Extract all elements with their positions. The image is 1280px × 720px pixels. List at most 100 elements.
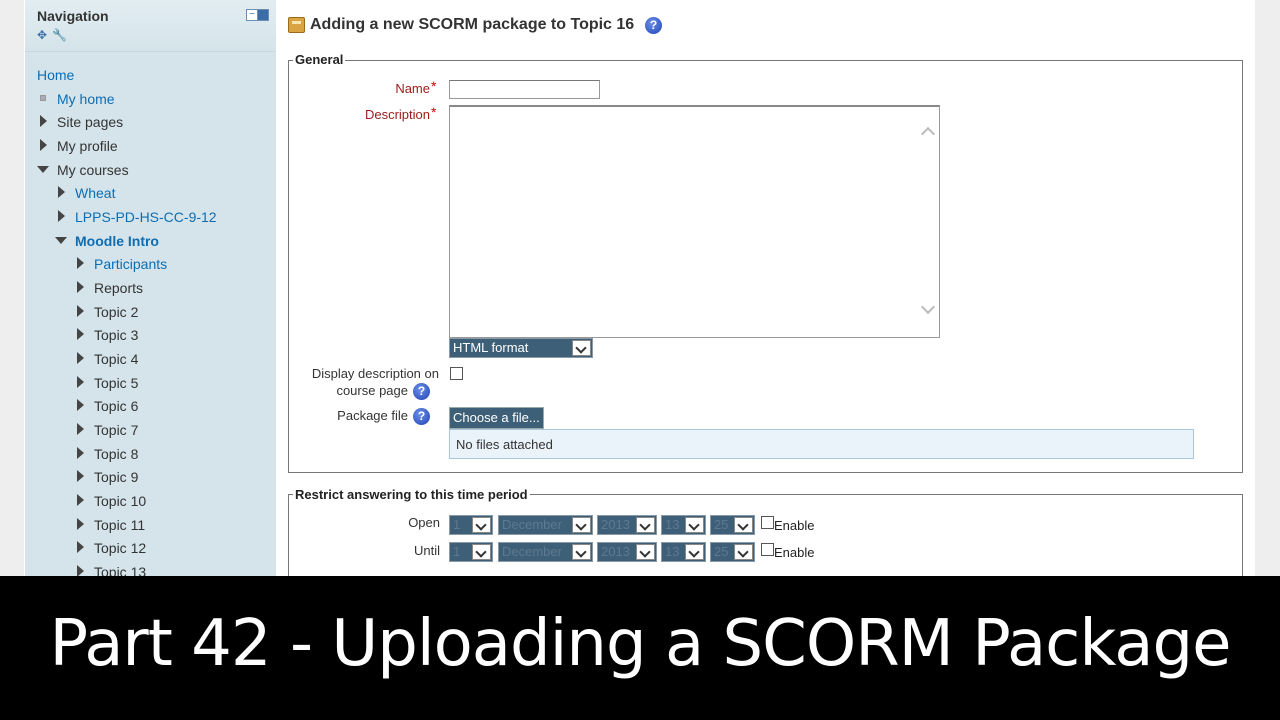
required-marker: * [431, 104, 437, 120]
name-label-text: Name [395, 81, 430, 96]
nav-item-topic[interactable]: Topic 9 [94, 469, 138, 485]
expand-icon[interactable] [77, 518, 84, 530]
general-legend: General [293, 52, 346, 67]
nav-item-topic[interactable]: Topic 13 [94, 564, 146, 576]
expand-icon[interactable] [77, 305, 84, 317]
open-day-select[interactable]: 1 [449, 515, 493, 535]
nav-item-my-profile[interactable]: My profile [57, 138, 118, 154]
expand-icon[interactable] [77, 565, 84, 576]
navigation-block: Navigation ✥ 🔧 − Home My home Site pages… [25, 0, 276, 576]
open-enable-checkbox[interactable] [761, 516, 774, 529]
nav-item-topic[interactable]: Topic 10 [94, 493, 146, 509]
scroll-up-icon[interactable] [920, 125, 936, 142]
nav-item-topic[interactable]: Topic 8 [94, 446, 138, 462]
hide-block-icon[interactable]: − [246, 9, 258, 21]
until-enable-checkbox[interactable] [761, 543, 774, 556]
expand-icon[interactable] [77, 541, 84, 553]
expand-icon[interactable] [77, 470, 84, 482]
nav-item-topic[interactable]: Topic 4 [94, 351, 138, 367]
expand-icon[interactable] [77, 281, 84, 293]
open-minute-select[interactable]: 25 [710, 515, 755, 535]
collapse-icon[interactable] [37, 166, 49, 173]
until-enable-label: Enable [774, 545, 815, 560]
open-year-select[interactable]: 2013 [597, 515, 657, 535]
chevron-down-icon [572, 340, 591, 356]
required-marker: * [431, 78, 437, 94]
nav-item-participants[interactable]: Participants [94, 256, 167, 272]
chevron-down-icon [572, 517, 591, 533]
help-icon[interactable]: ? [413, 383, 430, 400]
nav-item-topic[interactable]: Topic 12 [94, 540, 146, 556]
expand-icon[interactable] [40, 139, 47, 151]
nav-item-moodle-intro[interactable]: Moodle Intro [75, 233, 159, 249]
chevron-down-icon [572, 544, 591, 560]
format-select[interactable]: HTML format [449, 338, 593, 358]
expand-icon[interactable] [77, 376, 84, 388]
until-minute-value: 25 [714, 544, 729, 559]
navigation-tools: ✥ 🔧 [37, 29, 67, 42]
nav-item-topic[interactable]: Topic 11 [94, 517, 145, 533]
open-minute-value: 25 [714, 517, 729, 532]
chevron-down-icon [472, 544, 491, 560]
description-editor[interactable] [449, 105, 940, 338]
nav-item-lpps[interactable]: LPPS-PD-HS-CC-9-12 [75, 209, 217, 225]
nav-item-reports[interactable]: Reports [94, 280, 143, 296]
open-hour-select[interactable]: 13 [661, 515, 706, 535]
expand-icon[interactable] [77, 257, 84, 269]
file-list-area[interactable]: No files attached [449, 429, 1194, 459]
expand-icon[interactable] [77, 328, 84, 340]
scorm-package-icon [288, 17, 305, 33]
expand-icon[interactable] [77, 494, 84, 506]
open-enable-label: Enable [774, 518, 815, 533]
nav-item-my-courses[interactable]: My courses [57, 162, 129, 178]
bullet-icon [40, 95, 46, 101]
nav-item-my-home[interactable]: My home [57, 91, 115, 107]
choose-file-button[interactable]: Choose a file... [449, 407, 544, 429]
help-icon[interactable]: ? [413, 408, 430, 425]
nav-item-topic[interactable]: Topic 5 [94, 375, 138, 391]
expand-icon[interactable] [58, 186, 65, 198]
help-icon[interactable]: ? [645, 17, 662, 34]
open-label: Open [408, 515, 440, 530]
package-file-label: Package file [337, 408, 408, 423]
until-year-select[interactable]: 2013 [597, 542, 657, 562]
collapse-icon[interactable] [55, 237, 67, 244]
expand-icon[interactable] [58, 210, 65, 222]
no-files-text: No files attached [456, 437, 553, 452]
expand-icon[interactable] [77, 399, 84, 411]
nav-item-topic[interactable]: Topic 6 [94, 398, 138, 414]
until-hour-select[interactable]: 13 [661, 542, 706, 562]
nav-item-topic[interactable]: Topic 7 [94, 422, 138, 438]
chevron-down-icon [472, 517, 491, 533]
chevron-down-icon [636, 517, 655, 533]
video-caption-banner: Part 42 - Uploading a SCORM Package [0, 576, 1280, 720]
nav-item-topic[interactable]: Topic 3 [94, 327, 138, 343]
left-gutter [0, 0, 24, 576]
configure-icon[interactable]: 🔧 [52, 29, 67, 42]
until-month-select[interactable]: December [498, 542, 593, 562]
format-select-value: HTML format [453, 340, 529, 355]
expand-icon[interactable] [77, 352, 84, 364]
screen: Navigation ✥ 🔧 − Home My home Site pages… [0, 0, 1280, 720]
nav-item-topic[interactable]: Topic 2 [94, 304, 138, 320]
nav-item-site-pages[interactable]: Site pages [57, 114, 123, 130]
expand-icon[interactable] [77, 447, 84, 459]
dock-block-icon[interactable] [258, 9, 269, 21]
until-year-value: 2013 [601, 544, 630, 559]
name-input[interactable] [449, 80, 600, 99]
chevron-down-icon [685, 544, 704, 560]
until-minute-select[interactable]: 25 [710, 542, 755, 562]
restrict-legend: Restrict answering to this time period [293, 487, 530, 502]
move-icon[interactable]: ✥ [37, 29, 50, 42]
nav-item-wheat[interactable]: Wheat [75, 185, 115, 201]
page-title: Adding a new SCORM package to Topic 16 [310, 16, 635, 33]
nav-item-home[interactable]: Home [37, 67, 74, 83]
open-month-select[interactable]: December [498, 515, 593, 535]
caption-text: Part 42 - Uploading a SCORM Package [49, 607, 1231, 681]
expand-icon[interactable] [40, 115, 47, 127]
until-day-select[interactable]: 1 [449, 542, 493, 562]
dock-block-control[interactable]: − [246, 9, 269, 21]
scroll-down-icon[interactable] [920, 299, 936, 316]
expand-icon[interactable] [77, 423, 84, 435]
display-description-checkbox[interactable] [450, 367, 463, 380]
